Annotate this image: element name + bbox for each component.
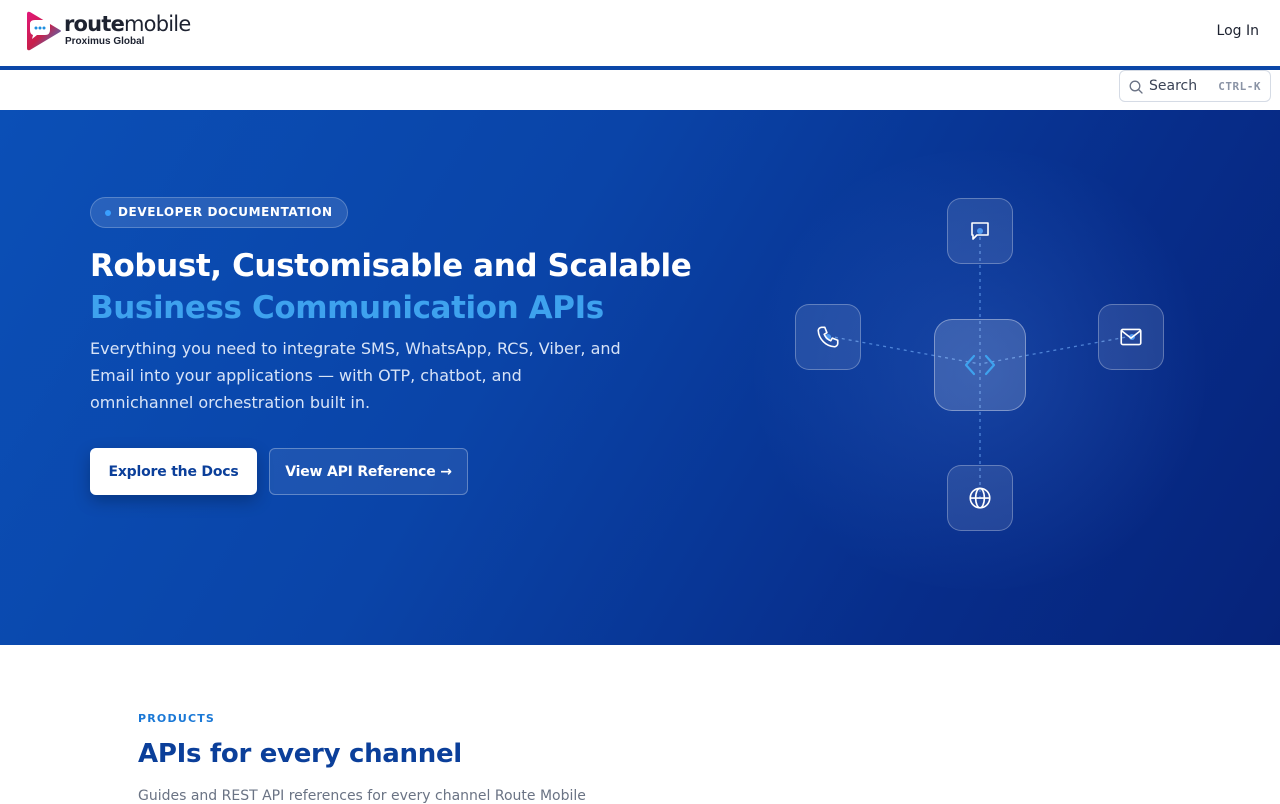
badge-dot-icon	[105, 210, 111, 216]
hero-description: Everything you need to integrate SMS, Wh…	[90, 339, 621, 412]
logo-subtitle: Proximus Global	[65, 36, 145, 47]
chat-icon	[971, 222, 989, 240]
api-hub-node	[934, 319, 1026, 411]
logo-mark-icon	[27, 11, 61, 51]
mail-icon	[1120, 328, 1142, 346]
globe-icon	[969, 487, 991, 509]
login-link[interactable]: Log In	[1217, 23, 1259, 39]
phone-node	[795, 304, 861, 370]
developer-docs-badge: DEVELOPER DOCUMENTATION	[90, 197, 348, 228]
top-navbar: routemobile Proximus Global Log In	[0, 0, 1280, 66]
search-label: Search	[1149, 78, 1198, 94]
hero-title: Robust, Customisable and Scalable	[90, 248, 692, 284]
products-description: Guides and REST API references for every…	[138, 788, 586, 804]
globe-node	[947, 465, 1013, 531]
route-mobile-logo[interactable]: routemobile Proximus Global	[26, 10, 191, 51]
code-icon	[964, 354, 996, 376]
search-bar-row: Search CTRL-K	[0, 70, 1280, 110]
hero-title-highlight: Business Communication APIs	[90, 290, 604, 326]
search-button[interactable]: Search CTRL-K	[1119, 70, 1271, 102]
products-eyebrow: PRODUCTS	[138, 712, 216, 725]
explore-docs-button[interactable]: Explore the Docs	[90, 448, 257, 495]
phone-icon	[817, 326, 839, 348]
search-shortcut: CTRL-K	[1218, 79, 1261, 93]
search-icon	[1129, 80, 1143, 94]
logo-wordmark: routemobile	[64, 12, 191, 36]
products-title: APIs for every channel	[138, 739, 462, 769]
view-api-reference-button[interactable]: View API Reference →	[269, 448, 468, 495]
hero-section: DEVELOPER DOCUMENTATION Robust, Customis…	[0, 110, 1280, 645]
channels-diagram	[780, 190, 1180, 540]
chat-node	[947, 198, 1013, 264]
mail-node	[1098, 304, 1164, 370]
